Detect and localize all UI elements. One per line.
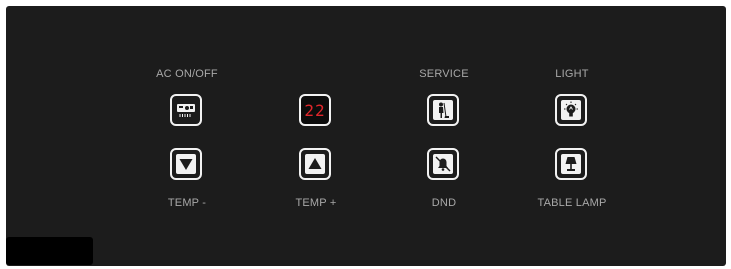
bell-muted-icon xyxy=(433,154,453,174)
temp-up-button[interactable] xyxy=(299,148,331,180)
temp-down-button[interactable] xyxy=(170,148,202,180)
table-lamp-icon xyxy=(561,154,581,174)
room-control-panel xyxy=(6,6,726,266)
corner-blackout xyxy=(6,237,93,265)
temp-plus-label: TEMP + xyxy=(295,197,337,209)
cleaning-service-icon xyxy=(433,100,453,120)
ac-on-off-label: AC ON/OFF xyxy=(156,68,218,80)
dnd-label: DND xyxy=(431,197,457,209)
temperature-display: 22 xyxy=(299,94,331,126)
ac-on-off-button[interactable] xyxy=(170,94,202,126)
dnd-button[interactable] xyxy=(427,148,459,180)
light-button[interactable] xyxy=(555,94,587,126)
triangle-down-icon xyxy=(176,154,196,174)
triangle-up-icon xyxy=(305,154,325,174)
service-label: SERVICE xyxy=(419,68,469,80)
service-button[interactable] xyxy=(427,94,459,126)
temp-minus-label: TEMP - xyxy=(167,197,207,209)
temperature-value: 22 xyxy=(304,101,326,120)
light-bulb-icon xyxy=(561,100,581,120)
air-conditioner-icon xyxy=(177,104,195,117)
light-label: LIGHT xyxy=(555,68,589,80)
table-lamp-label: TABLE LAMP xyxy=(537,197,607,209)
table-lamp-button[interactable] xyxy=(555,148,587,180)
